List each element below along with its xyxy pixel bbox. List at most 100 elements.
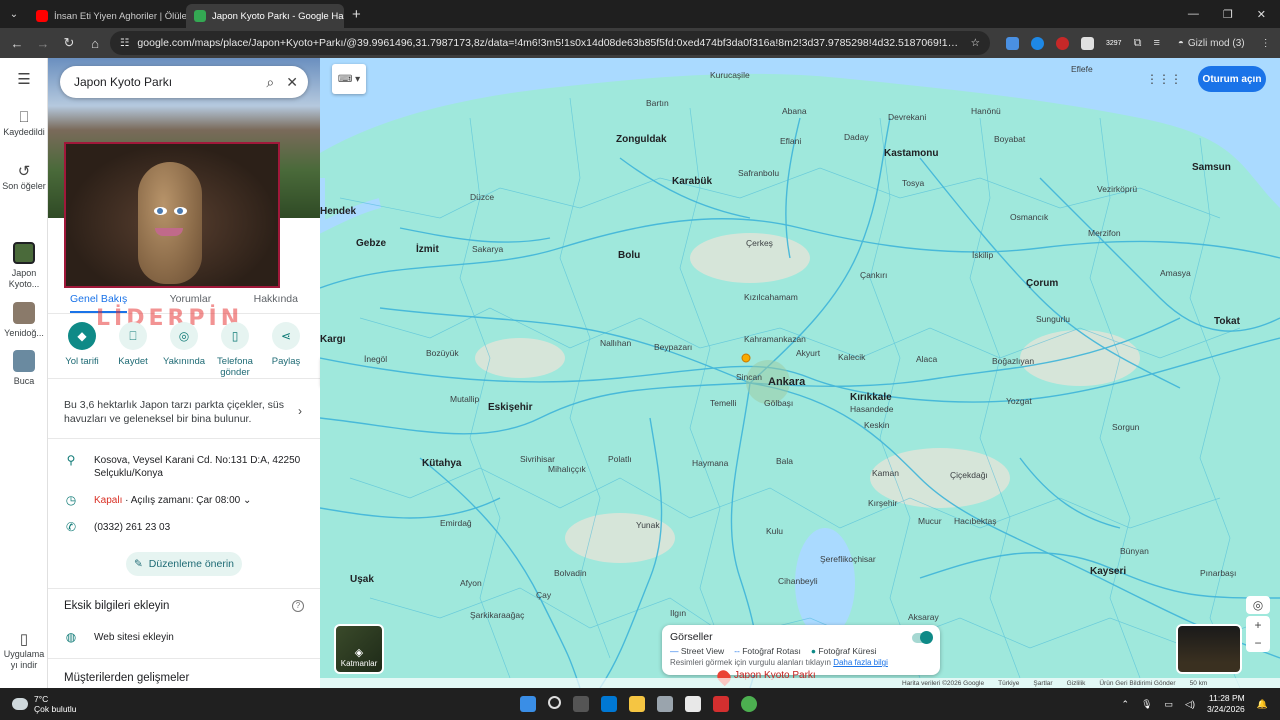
map-roads <box>320 58 1280 688</box>
chevron-right-icon[interactable]: › <box>298 404 302 418</box>
rail-app-download[interactable]: ▯ Uygulama yı indir <box>0 632 48 671</box>
map-label: Kızılcahamam <box>744 292 798 302</box>
extension-icon[interactable] <box>1056 36 1069 50</box>
map-label: Hanönü <box>971 106 1001 116</box>
back-icon[interactable]: ← <box>6 32 28 54</box>
site-info-icon[interactable]: ☷ <box>120 37 129 49</box>
rail-recent-place[interactable]: Yenidoğ... <box>0 302 48 339</box>
rail-recent[interactable]: ↺ Son öğeler <box>0 164 48 192</box>
map-label: Gebze <box>356 238 387 249</box>
directions-button[interactable]: ◆ Yol tarifi <box>58 322 106 378</box>
map-canvas[interactable]: ⌨ ▾ ⋮⋮⋮ Oturum açın Kurucaşile Eflefe Ba… <box>320 58 1280 688</box>
url-text[interactable]: google.com/maps/place/Japon+Kyoto+Parkı/… <box>137 37 962 49</box>
map-label: Yozgat <box>1006 396 1032 406</box>
address-bar[interactable]: ☷ google.com/maps/place/Japon+Kyoto+Park… <box>110 31 990 55</box>
add-website-row[interactable]: ◍ Web sitesi ekleyin <box>64 631 304 644</box>
missing-info-heading: Eksik bilgileri ekleyin <box>64 600 170 612</box>
hours-row[interactable]: ◷ Kapalı · Açılış zamanı: Çar 08:00 ⌄ <box>64 494 304 507</box>
youtube-icon <box>36 10 48 22</box>
map-label: Keskin <box>864 420 890 430</box>
windows-start-icon[interactable] <box>520 696 536 712</box>
map-label: Hendek <box>320 206 357 217</box>
menu-button[interactable]: ☰ <box>0 72 48 89</box>
map-label: Kurucaşile <box>710 70 750 80</box>
map-label: Merzifon <box>1088 228 1121 238</box>
rail-recent-place[interactable]: Japon Kyoto... <box>0 242 48 290</box>
layers-button[interactable]: ◈ Katmanlar <box>334 624 384 674</box>
bookmark-icon: ⎕ <box>119 322 147 350</box>
tab-youtube[interactable]: İnsan Eti Yiyen Aghoriler | Ölüle ✕ <box>28 4 186 28</box>
address-row[interactable]: ⚲ Kosova, Veysel Karani Cd. No:131 D:A, … <box>64 454 304 480</box>
new-tab-button[interactable]: + <box>344 6 369 23</box>
scale-bar[interactable]: 50 km <box>1190 680 1208 687</box>
zoom-out-button[interactable]: − <box>1246 634 1270 652</box>
learn-more-link[interactable]: Daha fazla bilgi <box>833 658 888 667</box>
place-description[interactable]: Bu 3,6 hektarlık Japon tarzı parkta çiçe… <box>64 398 304 426</box>
save-button[interactable]: ⎕ Kaydet <box>109 322 157 378</box>
extension-icon[interactable] <box>1006 36 1019 50</box>
suggest-edit-button[interactable]: ✎ Düzenleme önerin <box>126 552 242 576</box>
restore-icon[interactable]: ❐ <box>1223 8 1233 21</box>
chevron-up-icon[interactable]: ⌃ <box>1122 699 1130 710</box>
map-label: Sivrihisar <box>520 454 555 464</box>
home-icon[interactable]: ⌂ <box>84 32 106 54</box>
app-icon[interactable] <box>713 696 729 712</box>
bookmark-star-icon[interactable]: ☆ <box>971 37 980 49</box>
google-apps-icon[interactable]: ⋮⋮⋮ <box>1146 72 1182 86</box>
map-label: Eflefe <box>1071 64 1093 74</box>
chrome-icon[interactable] <box>741 696 757 712</box>
phone-row[interactable]: ✆ (0332) 261 23 03 <box>64 521 304 534</box>
search-input[interactable]: Japon Kyoto Parkı <box>74 75 254 89</box>
imagery-toggle[interactable] <box>912 631 933 644</box>
directions-icon: ◆ <box>68 322 96 350</box>
my-location-icon[interactable]: ◎ <box>1246 596 1270 614</box>
map-label: Bünyan <box>1120 546 1149 556</box>
weather-widget[interactable]: 7°C Çok bulutlu <box>12 694 192 714</box>
help-icon[interactable]: ? <box>292 600 304 612</box>
nearby-icon: ◎ <box>170 322 198 350</box>
chevron-down-icon[interactable]: ⌄ <box>243 495 251 506</box>
incognito-indicator[interactable]: ◓ Gizli mod (3) ⋮ <box>1178 38 1271 49</box>
reading-list-icon[interactable]: ≡ <box>1153 37 1159 49</box>
zoom-in-button[interactable]: + <box>1246 616 1270 634</box>
close-window-icon[interactable]: ✕ <box>1257 8 1266 21</box>
more-menu-icon[interactable]: ⋮ <box>1261 38 1271 49</box>
rail-saved[interactable]: ⎕ Kaydedildi <box>0 110 48 138</box>
tab-title: Japon Kyoto Parkı - Google Hari <box>212 10 344 22</box>
map-label: Kargı <box>320 334 346 345</box>
search-icon[interactable]: ⌕ <box>266 74 274 91</box>
extension-icon[interactable] <box>1081 36 1094 50</box>
notepad-icon[interactable] <box>657 696 673 712</box>
street-view-thumbnail[interactable] <box>1176 624 1242 674</box>
volume-icon[interactable]: ◁) <box>1185 699 1195 710</box>
outlook-icon[interactable] <box>601 696 617 712</box>
puzzle-icon[interactable]: ⧉ <box>1134 37 1142 50</box>
search-box[interactable]: Japon Kyoto Parkı ⌕ ✕ <box>60 66 308 98</box>
map-label: İskilip <box>972 250 994 260</box>
app-icon[interactable] <box>685 696 701 712</box>
forward-icon[interactable]: → <box>32 32 54 54</box>
map-label: Çorum <box>1026 278 1059 289</box>
rail-recent-place[interactable]: Buca <box>0 350 48 387</box>
microphone-icon[interactable]: 🎙 <box>1141 699 1152 710</box>
network-icon[interactable]: ▭ <box>1165 699 1174 710</box>
keyboard-shortcuts-button[interactable]: ⌨ ▾ <box>332 64 366 94</box>
extension-icon[interactable] <box>1031 36 1044 50</box>
task-view-icon[interactable] <box>573 696 589 712</box>
reload-icon[interactable]: ↻ <box>58 32 80 54</box>
map-label: Bolu <box>618 250 641 261</box>
nearby-button[interactable]: ◎ Yakınında <box>160 322 208 378</box>
share-button[interactable]: ⋖ Paylaş <box>262 322 310 378</box>
clock[interactable]: 11:28 PM 3/24/2026 <box>1207 693 1245 715</box>
close-icon[interactable]: ✕ <box>286 74 298 91</box>
tab-about[interactable]: Hakkında <box>254 290 298 313</box>
sign-in-button[interactable]: Oturum açın <box>1198 66 1266 92</box>
notifications-icon[interactable]: 🔔 <box>1257 699 1268 710</box>
tab-google-maps[interactable]: Japon Kyoto Parkı - Google Hari ✕ <box>186 4 344 28</box>
minimize-icon[interactable]: — <box>1188 8 1199 21</box>
send-to-phone-button[interactable]: ▯ Telefona gönder <box>211 322 259 378</box>
file-explorer-icon[interactable] <box>629 696 645 712</box>
search-icon[interactable] <box>548 696 561 709</box>
eye <box>174 207 187 215</box>
tab-search-icon[interactable]: ⌄ <box>0 0 28 28</box>
